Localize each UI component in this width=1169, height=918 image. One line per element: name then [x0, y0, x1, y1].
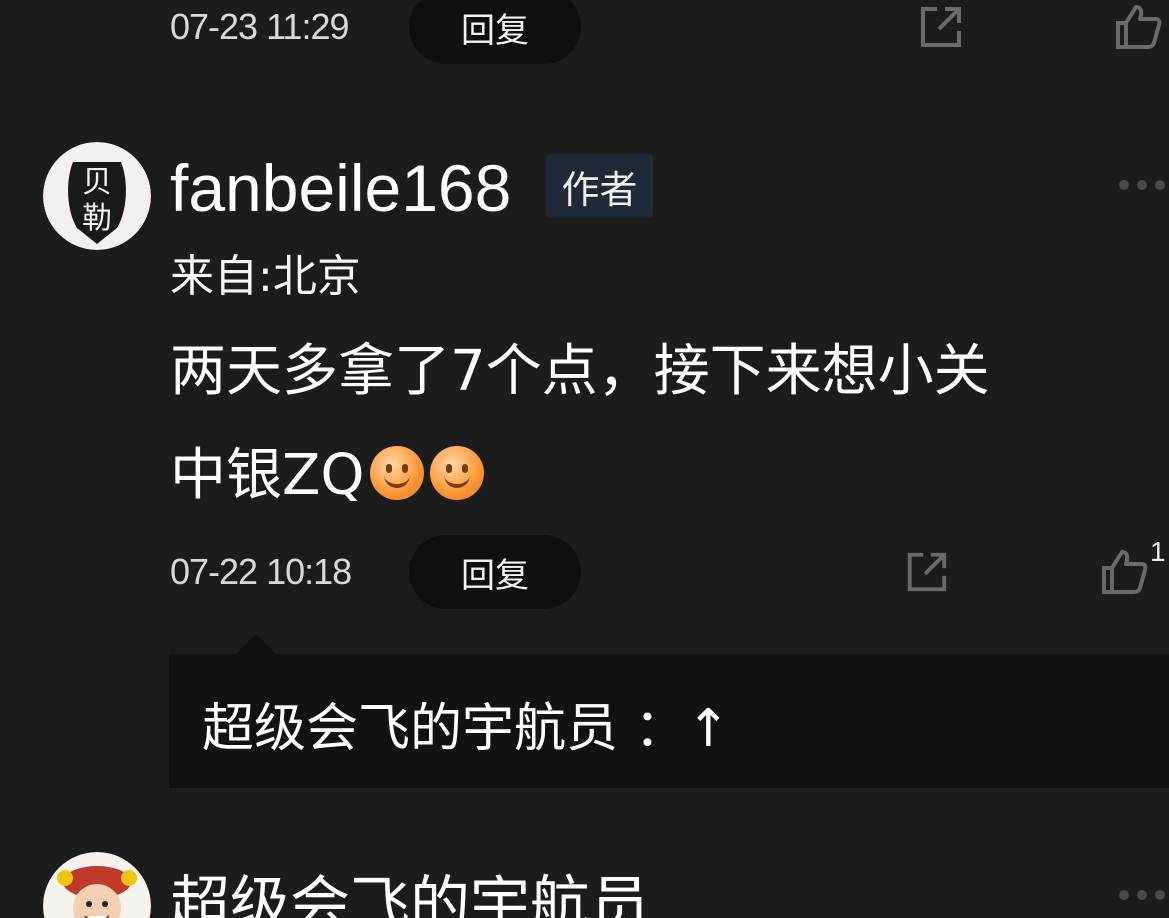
timestamp: 07-22 10:18: [170, 551, 352, 592]
more-icon[interactable]: [1119, 890, 1165, 900]
share-icon[interactable]: [904, 549, 950, 595]
comment-body: 两天多拿了7个点，接下来想小关 中银ZQ: [170, 320, 1160, 528]
cartoon-avatar-image: [43, 852, 151, 918]
comment-thread: 07-23 11:29 回复 贝 勒 fanbeile168 作者 来自:北京 …: [0, 0, 1169, 918]
share-icon[interactable]: [917, 3, 965, 51]
reply-button[interactable]: 回复: [409, 535, 581, 609]
reply-button[interactable]: 回复: [409, 0, 581, 64]
avatar[interactable]: 贝 勒: [43, 142, 151, 250]
svg-text:贝: 贝: [82, 165, 112, 200]
reply-quote-text: 超级会飞的宇航员 ：↑: [202, 699, 731, 759]
comment-meta: 07-22 10:18 回复 1: [0, 532, 1169, 612]
author-badge: 作者: [546, 154, 653, 218]
timestamp: 07-23 11:29: [170, 6, 349, 47]
like-count: 1: [1150, 536, 1166, 567]
thumbs-up-icon[interactable]: [1100, 548, 1148, 596]
username[interactable]: fanbeile168: [170, 150, 511, 226]
beile-avatar-image: 贝 勒: [43, 142, 151, 250]
location: 来自:北京: [170, 251, 361, 302]
prev-comment-meta: 07-23 11:29 回复: [0, 0, 1169, 67]
quote-pointer: [236, 634, 276, 654]
username[interactable]: 超级会飞的宇航员: [170, 856, 650, 918]
comment-line: 两天多拿了7个点，接下来想小关: [170, 339, 990, 404]
smile-emoji: [370, 446, 425, 500]
thumbs-up-icon[interactable]: [1114, 3, 1162, 51]
avatar[interactable]: [43, 852, 151, 918]
comment-line-text: 中银ZQ: [170, 443, 365, 508]
smile-emoji: [430, 446, 485, 500]
svg-text:勒: 勒: [82, 201, 112, 236]
comment-line-2: 中银ZQ: [170, 424, 1160, 528]
more-icon[interactable]: [1119, 180, 1165, 190]
